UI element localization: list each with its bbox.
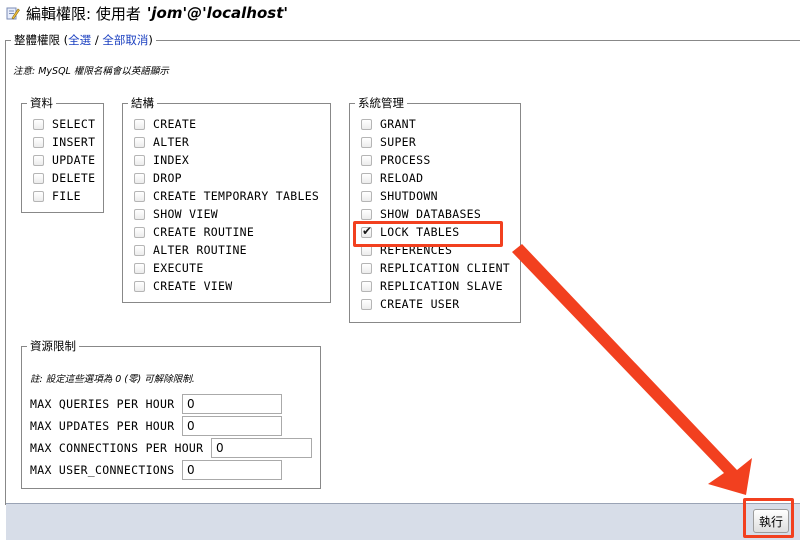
privilege-label: REPLICATION SLAVE [380,279,503,293]
privilege-label: SELECT [52,117,96,131]
paren-close: ) [148,33,153,47]
privilege-alter[interactable]: ALTER [134,133,189,151]
privilege-create-user[interactable]: CREATE USER [361,295,459,313]
privilege-label: SHOW DATABASES [380,207,482,221]
privilege-label: ALTER [153,135,190,149]
privilege-create-view[interactable]: CREATE VIEW [134,277,232,295]
resource-limits-note: 註: 設定這些選項為 0 (零) 可解除限制. [30,374,195,385]
privilege-create-temporary-tables[interactable]: CREATE TEMPORARY TABLES [134,187,319,205]
show-view-checkbox[interactable] [134,208,145,220]
privilege-label: DELETE [52,171,96,185]
privilege-select[interactable]: SELECT [33,115,95,133]
edit-pencil-icon [6,7,20,20]
privilege-index[interactable]: INDEX [134,151,189,169]
title-user: 'jom'@'localhost' [146,4,288,22]
title-prefix: 編輯權限: 使用者 [26,4,141,23]
create-checkbox[interactable] [134,118,145,130]
max-user-connections-label: MAX USER_CONNECTIONS [30,463,175,477]
max-user-connections-input[interactable] [182,460,282,480]
privilege-label: INDEX [153,153,190,167]
privilege-label: SUPER [380,135,417,149]
insert-checkbox[interactable] [33,136,44,148]
process-checkbox[interactable] [361,154,372,166]
privilege-alter-routine[interactable]: ALTER ROUTINE [134,241,247,259]
max-updates-label: MAX UPDATES PER HOUR [30,419,175,433]
drop-checkbox[interactable] [134,172,145,184]
lock-tables-highlight [353,221,503,247]
administration-group-legend: 系統管理 [355,95,407,111]
data-group-legend: 資料 [27,95,56,111]
privilege-label: EXECUTE [153,261,204,275]
uncheck-all-link[interactable]: 全部取消 [102,33,148,47]
check-all-link[interactable]: 全選 [68,33,91,47]
max-connections-input[interactable] [211,438,312,458]
show-databases-checkbox[interactable] [361,208,372,220]
privilege-label: INSERT [52,135,96,149]
global-privileges-legend: 整體權限 (全選 / 全部取消) [11,32,156,48]
privilege-replication-slave[interactable]: REPLICATION SLAVE [361,277,503,295]
file-checkbox[interactable] [33,190,44,202]
privileges-note: 注意: MySQL 權限名稱會以英語顯示 [13,66,169,77]
privilege-label: GRANT [380,117,417,131]
privilege-label: CREATE USER [380,297,460,311]
privilege-process[interactable]: PROCESS [361,151,431,169]
select-checkbox[interactable] [33,118,44,130]
grant-checkbox[interactable] [361,118,372,130]
privilege-shutdown[interactable]: SHUTDOWN [361,187,438,205]
privilege-drop[interactable]: DROP [134,169,182,187]
global-privileges-label: 整體權限 [14,33,60,47]
create-view-checkbox[interactable] [134,280,145,292]
privilege-create-routine[interactable]: CREATE ROUTINE [134,223,254,241]
form-footer [6,503,800,540]
resource-limits-legend: 資源限制 [27,338,79,354]
privilege-file[interactable]: FILE [33,187,81,205]
privilege-label: SHUTDOWN [380,189,438,203]
privilege-label: ALTER ROUTINE [153,243,247,257]
privilege-label: RELOAD [380,171,424,185]
alter-routine-checkbox[interactable] [134,244,145,256]
replication-client-checkbox[interactable] [361,262,372,274]
privilege-label: FILE [52,189,81,203]
privilege-label: UPDATE [52,153,96,167]
update-checkbox[interactable] [33,154,44,166]
max-queries-input[interactable] [182,394,282,414]
replication-slave-checkbox[interactable] [361,280,372,292]
privilege-insert[interactable]: INSERT [33,133,95,151]
shutdown-checkbox[interactable] [361,190,372,202]
privilege-reload[interactable]: RELOAD [361,169,423,187]
privilege-label: CREATE [153,117,197,131]
privilege-super[interactable]: SUPER [361,133,416,151]
create-routine-checkbox[interactable] [134,226,145,238]
privilege-label: CREATE ROUTINE [153,225,255,239]
link-separator: / [94,33,99,47]
go-button-highlight [743,498,794,538]
privilege-execute[interactable]: EXECUTE [134,259,204,277]
super-checkbox[interactable] [361,136,372,148]
index-checkbox[interactable] [134,154,145,166]
create-temporary-tables-checkbox[interactable] [134,190,145,202]
alter-checkbox[interactable] [134,136,145,148]
structure-group-legend: 結構 [128,95,157,111]
privilege-label: CREATE VIEW [153,279,233,293]
page-title: 編輯權限: 使用者 'jom'@'localhost' [6,3,288,23]
privilege-label: CREATE TEMPORARY TABLES [153,189,320,203]
delete-checkbox[interactable] [33,172,44,184]
privilege-update[interactable]: UPDATE [33,151,95,169]
reload-checkbox[interactable] [361,172,372,184]
privilege-grant[interactable]: GRANT [361,115,416,133]
privilege-label: REPLICATION CLIENT [380,261,511,275]
privilege-label: PROCESS [380,153,431,167]
privilege-replication-client[interactable]: REPLICATION CLIENT [361,259,510,277]
privilege-label: SHOW VIEW [153,207,219,221]
max-queries-label: MAX QUERIES PER HOUR [30,397,175,411]
create-user-checkbox[interactable] [361,298,372,310]
privilege-label: DROP [153,171,182,185]
privilege-delete[interactable]: DELETE [33,169,95,187]
max-connections-label: MAX CONNECTIONS PER HOUR [30,441,204,455]
execute-checkbox[interactable] [134,262,145,274]
max-updates-input[interactable] [182,416,282,436]
privilege-create[interactable]: CREATE [134,115,196,133]
privilege-show-view[interactable]: SHOW VIEW [134,205,218,223]
